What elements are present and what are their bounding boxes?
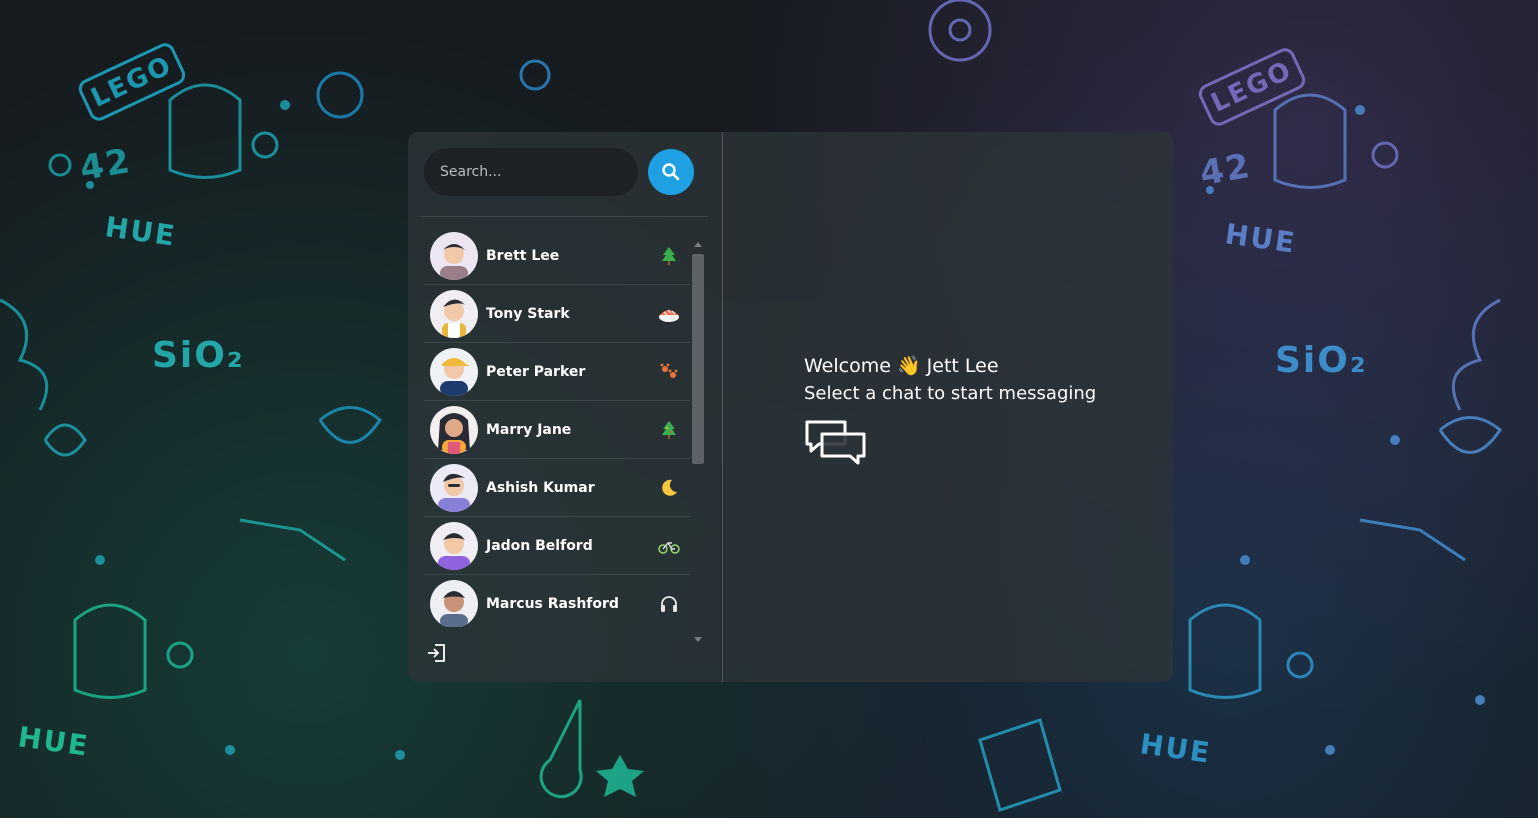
headphones-emoji [658,593,680,615]
welcome-panel: Welcome 👋 Jett Lee Select a chat to star… [804,352,1096,472]
chat-item-jadon-belford[interactable]: Jadon Belford [424,517,690,575]
search-row [424,148,706,196]
avatar [430,347,478,396]
scroll-up-arrow[interactable] [694,242,702,247]
chat-item-brett-lee[interactable]: Brett Lee [424,227,690,285]
tree-emoji [658,419,680,441]
scroll-thumb[interactable] [692,254,704,464]
chat-name: Ashish Kumar [486,479,595,496]
search-button[interactable] [648,149,694,195]
chat-bubbles-icon [805,420,866,465]
tree-emoji [658,245,680,267]
chat-list[interactable]: Brett Lee Tony Stark Peter Parker Marry … [424,227,690,627]
avatar [430,405,478,454]
avatar [430,231,478,280]
chat-app-window: Brett Lee Tony Stark Peter [408,132,1173,682]
search-icon [662,163,680,181]
avatar [430,289,478,338]
sidebar: Brett Lee Tony Stark Peter [408,132,723,682]
welcome-subtitle: Select a chat to start messaging [804,383,1097,404]
chat-name: Marcus Rashford [486,595,619,612]
avatar [430,463,478,512]
welcome-greeting: Welcome 👋 Jett Lee [804,355,999,377]
bicycle-emoji [658,535,680,557]
chat-name: Jadon Belford [486,537,593,554]
chat-item-marry-jane[interactable]: Marry Jane [424,401,690,459]
logout-button[interactable] [426,642,448,664]
chat-item-peter-parker[interactable]: Peter Parker [424,343,690,401]
chat-name: Brett Lee [486,247,560,264]
scroll-down-arrow[interactable] [694,637,702,642]
avatar [430,579,478,627]
sushi-emoji [658,303,680,325]
search-input[interactable] [424,148,638,196]
logout-icon [428,644,445,662]
chat-item-ashish-kumar[interactable]: Ashish Kumar [424,459,690,517]
chat-name: Peter Parker [486,363,586,380]
crescent-moon-emoji [658,477,680,499]
paw-prints-emoji [658,361,680,383]
avatar [430,521,478,570]
chat-name: Tony Stark [486,305,570,322]
search-divider [422,216,708,217]
chat-item-marcus-rashford[interactable]: Marcus Rashford [424,575,690,627]
main-panel: Welcome 👋 Jett Lee Select a chat to star… [723,132,1173,682]
chat-list-scrollbar[interactable] [690,242,706,642]
chat-item-tony-stark[interactable]: Tony Stark [424,285,690,343]
chat-name: Marry Jane [486,421,572,438]
